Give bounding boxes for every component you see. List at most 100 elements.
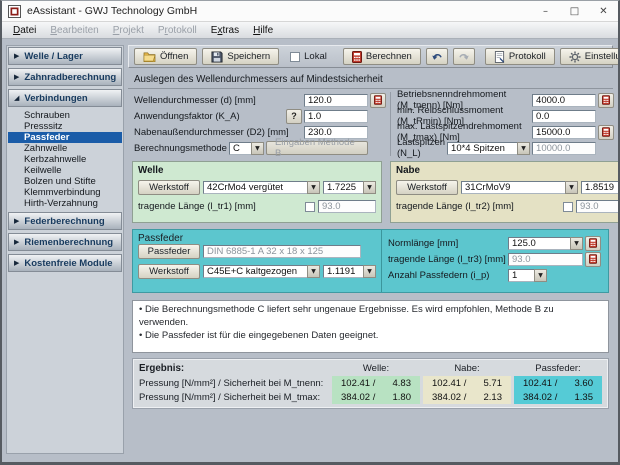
sidebar-item-zahnwelle[interactable]: Zahnwelle bbox=[8, 143, 122, 154]
local-checkbox-row: Lokal bbox=[284, 51, 333, 62]
document-icon bbox=[494, 50, 504, 63]
settings-button[interactable]: Einstellungen bbox=[559, 48, 618, 65]
calc-button[interactable] bbox=[585, 235, 601, 251]
sidebar-group-zahnradberechnung[interactable]: ▶ Zahnradberechnung bbox=[8, 68, 122, 86]
calc-button[interactable] bbox=[598, 124, 615, 140]
nabe-werkstoff-button[interactable]: Werkstoff bbox=[396, 180, 458, 195]
sidebar-group-verbindungen[interactable]: ◢ Verbindungen bbox=[8, 89, 122, 107]
sidebar-item-bolzen-und-stifte[interactable]: Bolzen und Stifte bbox=[8, 176, 122, 187]
results-col-welle: Welle: bbox=[362, 363, 390, 374]
nabenaussendurchmesser-label: Nabenaußendurchmesser (D2) [mm] bbox=[134, 126, 289, 138]
wellendurchmesser-label: Wellendurchmesser (d) [mm] bbox=[134, 94, 256, 106]
results-panel: Ergebnis: Welle: Nabe: Passfeder: Pressu… bbox=[132, 358, 609, 409]
lastspitzen-anzahl-input bbox=[532, 141, 597, 155]
chevron-down-icon: ▼ bbox=[363, 265, 376, 278]
welle-werkstoff-button[interactable]: Werkstoff bbox=[138, 180, 200, 195]
help-question-button[interactable]: ? bbox=[285, 108, 302, 124]
lastspitzendrehmoment-input[interactable] bbox=[532, 125, 597, 139]
results-col-nabe: Nabe: bbox=[454, 363, 480, 374]
sidebar-item-hirth-verzahnung[interactable]: Hirth-Verzahnung bbox=[8, 198, 122, 209]
results-col-passfeder: Passfeder: bbox=[535, 363, 581, 374]
passfeder-material-select[interactable]: C45E+C kaltgezogen ▼ bbox=[203, 265, 320, 278]
maximize-button[interactable]: □ bbox=[560, 1, 589, 21]
lastspitzen-label: Lastspitzen (N_L) bbox=[396, 137, 446, 159]
chevron-down-icon: ▼ bbox=[307, 265, 320, 278]
local-checkbox[interactable] bbox=[290, 51, 301, 62]
result-cell-nabe-tnenn: 102.41 /5.71 bbox=[423, 376, 511, 390]
nabe-length-checkbox[interactable] bbox=[563, 201, 573, 212]
calc-button[interactable] bbox=[369, 92, 386, 108]
form-column-right: Betriebsnenndrehmoment (M_tnenn) [Nm] mi… bbox=[389, 89, 618, 159]
welle-length-checkbox[interactable] bbox=[305, 201, 315, 212]
form-column-left: Wellendurchmesser (d) [mm] Anwendungsfak… bbox=[128, 92, 390, 159]
minimize-button[interactable]: – bbox=[531, 1, 560, 21]
undo-button[interactable] bbox=[425, 48, 448, 65]
form-row: Lastspitzen (N_L) 10*4 Spitzen ▼ bbox=[396, 137, 614, 159]
chevron-down-icon: ▼ bbox=[534, 268, 547, 282]
passfeder-werkstoff-button[interactable]: Werkstoff bbox=[138, 264, 200, 279]
sidebar-group-riemenberechnung[interactable]: ▶ Riemenberechnung bbox=[8, 233, 122, 251]
passfeder-panel-right: Normlänge [mm] 125.0 ▼ tragende Länge (l… bbox=[381, 230, 608, 292]
sidebar-item-klemmverbindung[interactable]: Klemmverbindung bbox=[8, 187, 122, 198]
result-cell-passfeder-tmax: 384.02 /1.35 bbox=[514, 390, 602, 404]
form-row: Anwendungsfaktor (K_A) ? bbox=[134, 108, 386, 124]
message-line: • Die Berechnungsmethode C liefert sehr … bbox=[139, 304, 554, 328]
passfeder-panel-left: Passfeder Passfeder Werkstoff C45E+C kal… bbox=[133, 230, 381, 292]
calculator-icon bbox=[602, 127, 611, 137]
berechnungsmethode-select[interactable]: C ▼ bbox=[228, 141, 264, 155]
results-row-label: Pressung [N/mm²] / Sicherheit bei M_tnen… bbox=[139, 377, 324, 389]
result-cell-nabe-tmax: 384.02 /2.13 bbox=[423, 390, 511, 404]
chevron-down-icon: ▼ bbox=[570, 236, 583, 250]
open-button[interactable]: Öffnen bbox=[134, 48, 198, 65]
main-content: Auslegen des Wellendurchmessers auf Mind… bbox=[128, 72, 618, 460]
passfeder-panel: Passfeder Passfeder Werkstoff C45E+C kal… bbox=[132, 229, 609, 293]
nabe-material-number-select[interactable]: 1.8519 ▼ bbox=[581, 181, 618, 194]
sidebar-item-kerbzahnwelle[interactable]: Kerbzahnwelle bbox=[8, 154, 122, 165]
normlaenge-select[interactable]: 125.0 ▼ bbox=[508, 236, 583, 250]
chevron-right-icon: ▶ bbox=[14, 217, 20, 225]
save-button[interactable]: Speichern bbox=[202, 48, 280, 65]
sidebar-item-presssitz[interactable]: Presssitz bbox=[8, 121, 122, 132]
passfeder-button[interactable]: Passfeder bbox=[138, 244, 200, 259]
menu-projekt: Projekt bbox=[112, 24, 144, 36]
welle-material-select[interactable]: 42CrMo4 vergütet ▼ bbox=[203, 181, 320, 194]
chevron-down-icon: ▼ bbox=[307, 181, 320, 194]
sidebar-group-federberechnung[interactable]: ▶ Federberechnung bbox=[8, 212, 122, 230]
calculate-button[interactable]: Berechnen bbox=[342, 48, 421, 65]
folder-open-icon bbox=[143, 52, 156, 62]
chevron-right-icon: ▶ bbox=[14, 73, 20, 81]
close-button[interactable]: ✕ bbox=[589, 1, 618, 21]
passfeder-din-input[interactable] bbox=[203, 245, 361, 258]
sidebar-item-passfeder[interactable]: Passfeder bbox=[8, 132, 122, 143]
calc-button[interactable] bbox=[585, 251, 601, 267]
chevron-right-icon: ▶ bbox=[14, 52, 20, 60]
welle-material-number-select[interactable]: 1.7225 ▼ bbox=[323, 181, 376, 194]
sidebar-group-welle-lager[interactable]: ▶ Welle / Lager bbox=[8, 47, 122, 65]
anzahl-passfedern-select[interactable]: 1 ▼ bbox=[508, 268, 547, 282]
sidebar-group-kostenfreie-module[interactable]: ▶ Kostenfreie Module bbox=[8, 254, 122, 272]
anwendungsfaktor-input[interactable] bbox=[303, 109, 368, 123]
protocol-button[interactable]: Protokoll bbox=[484, 48, 555, 65]
calculator-icon bbox=[351, 50, 362, 63]
sidebar-item-schrauben[interactable]: Schrauben bbox=[8, 110, 122, 121]
menu-datei[interactable]: Datei bbox=[6, 24, 43, 37]
result-cell-welle-tnenn: 102.41 /4.83 bbox=[332, 376, 420, 390]
nabe-material-select[interactable]: 31CrMoV9 ▼ bbox=[461, 181, 578, 194]
reibschlussmoment-input[interactable] bbox=[532, 109, 597, 123]
result-cell-passfeder-tnenn: 102.41 /3.60 bbox=[514, 376, 602, 390]
messages-box: • Die Berechnungsmethode C liefert sehr … bbox=[132, 300, 609, 353]
menu-hilfe[interactable]: Hilfe bbox=[246, 24, 280, 37]
betriebsnenndrehmoment-input[interactable] bbox=[532, 93, 597, 107]
wellendurchmesser-input[interactable] bbox=[303, 93, 368, 107]
calc-button[interactable] bbox=[598, 92, 615, 108]
passfeder-material-number-select[interactable]: 1.1191 ▼ bbox=[323, 265, 376, 278]
anwendungsfaktor-label: Anwendungsfaktor (K_A) bbox=[134, 110, 240, 122]
app-window: eAssistant - GWJ Technology GmbH – □ ✕ D… bbox=[0, 0, 620, 465]
redo-icon bbox=[459, 53, 469, 60]
lastspitzen-select[interactable]: 10*4 Spitzen ▼ bbox=[447, 141, 531, 155]
menu-extras[interactable]: Extras bbox=[204, 24, 246, 37]
form-row: Berechnungsmethode C ▼ Eingaben Methode … bbox=[134, 137, 386, 159]
message-line: • Die Passfeder ist für die eingegebenen… bbox=[139, 330, 379, 341]
sidebar-item-keilwelle[interactable]: Keilwelle bbox=[8, 165, 122, 176]
chevron-down-icon: ▼ bbox=[517, 141, 531, 155]
